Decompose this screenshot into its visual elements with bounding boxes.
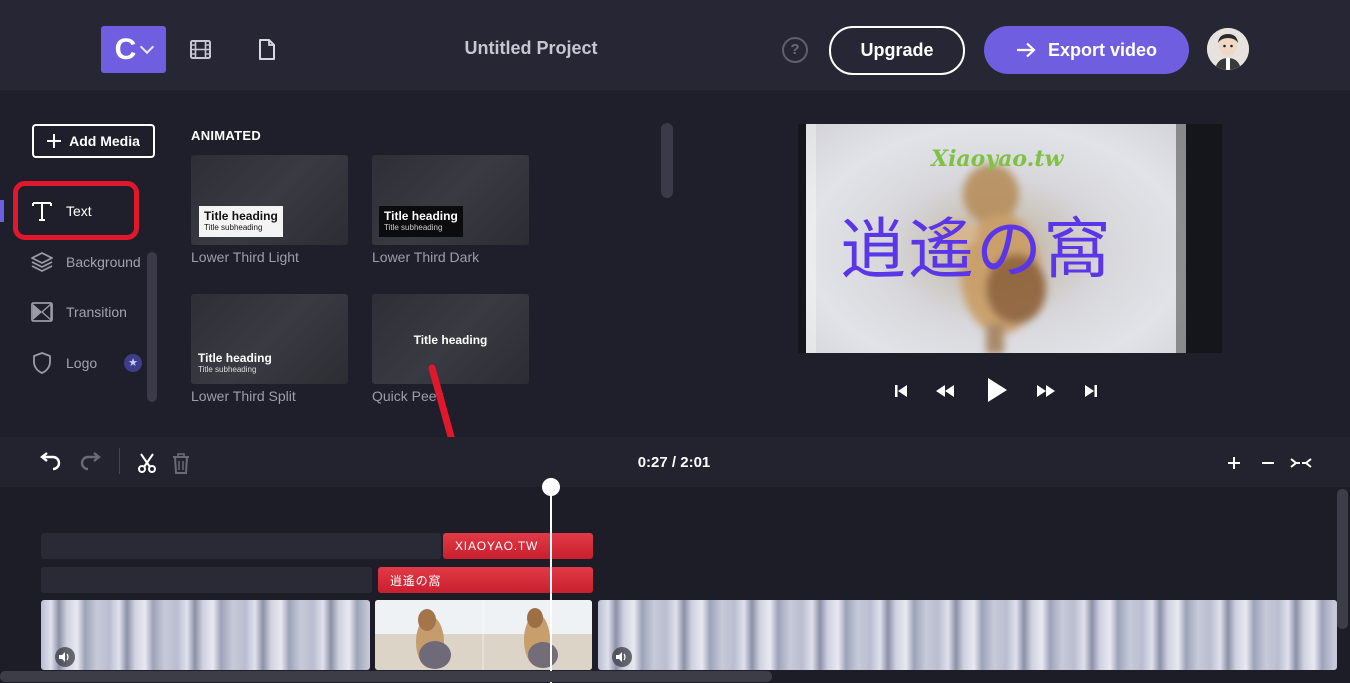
- undo-icon[interactable]: [38, 452, 62, 474]
- zoom-in-icon[interactable]: [1222, 452, 1246, 474]
- video-clip-2[interactable]: [598, 600, 1337, 670]
- template-card-lower-third-dark[interactable]: Title heading Title subheading: [372, 155, 529, 245]
- lower-third-dark-preview: Title heading Title subheading: [379, 206, 463, 237]
- add-media-label: Add Media: [69, 133, 140, 149]
- app-menu-button[interactable]: C: [101, 26, 166, 73]
- section-title: ANIMATED: [191, 128, 262, 143]
- volume-icon[interactable]: [612, 647, 632, 667]
- timeline-horizontal-scrollbar[interactable]: [0, 671, 772, 682]
- sidebar-item-label: Transition: [66, 304, 127, 320]
- premium-star-badge: ★: [124, 354, 142, 372]
- avatar[interactable]: [1207, 28, 1249, 70]
- card-heading: Title heading: [413, 333, 488, 347]
- sidebar-item-label: Logo: [66, 355, 98, 371]
- trash-icon[interactable]: [169, 452, 193, 474]
- playhead-handle[interactable]: [542, 478, 560, 496]
- card-heading: Title heading: [204, 209, 278, 223]
- preview-frame-image: Xiaoyao.tw 逍遙の窩: [806, 124, 1186, 353]
- panel-scrollbar[interactable]: [661, 123, 673, 198]
- card-subheading: Title subheading: [198, 365, 257, 374]
- nav-active-indicator: [0, 200, 4, 222]
- card-heading: Title heading: [384, 209, 458, 223]
- toolbar-divider: [119, 448, 120, 474]
- lower-third-split-preview: Title heading Title subheading: [193, 348, 277, 379]
- card-label: Lower Third Split: [191, 388, 296, 404]
- sidebar-item-background[interactable]: Background: [30, 244, 150, 280]
- video-clip-1[interactable]: [41, 600, 370, 670]
- export-video-button[interactable]: Export video: [984, 26, 1189, 74]
- redo-icon[interactable]: [79, 452, 103, 474]
- film-icon[interactable]: [187, 36, 215, 64]
- sidebar-scrollbar[interactable]: [147, 252, 157, 402]
- title-track-empty[interactable]: [41, 533, 441, 559]
- playhead-line: [550, 490, 552, 683]
- scissors-icon[interactable]: [135, 452, 159, 474]
- layers-icon: [31, 252, 53, 272]
- upgrade-button[interactable]: Upgrade: [829, 26, 965, 75]
- skip-end-icon[interactable]: [1078, 378, 1104, 404]
- video-preview[interactable]: Xiaoyao.tw 逍遙の窩: [798, 124, 1222, 353]
- fast-forward-icon[interactable]: [1033, 378, 1059, 404]
- chevron-down-icon: [140, 39, 155, 54]
- card-subheading: Title subheading: [204, 223, 263, 232]
- subtitle-track-empty[interactable]: [41, 567, 372, 593]
- zoom-out-icon[interactable]: [1256, 452, 1280, 474]
- skip-start-icon[interactable]: [888, 378, 914, 404]
- card-label: Lower Third Light: [191, 249, 299, 265]
- beach-thumbnail-icon: [375, 600, 592, 670]
- card-subheading: Title subheading: [384, 223, 443, 232]
- fit-timeline-icon[interactable]: [1289, 452, 1313, 474]
- volume-icon[interactable]: [55, 647, 75, 667]
- template-card-lower-third-light[interactable]: Title heading Title subheading: [191, 155, 348, 245]
- annotation-highlight-box: [13, 181, 139, 240]
- preview-watermark-text: Xiaoyao.tw: [931, 146, 1064, 172]
- card-heading: Title heading: [198, 351, 272, 365]
- project-title[interactable]: Untitled Project: [431, 38, 631, 59]
- preview-title-text: 逍遙の窩: [840, 211, 1112, 288]
- rewind-icon[interactable]: [932, 378, 958, 404]
- play-icon[interactable]: [980, 374, 1012, 406]
- template-card-lower-third-split[interactable]: Title heading Title subheading: [191, 294, 348, 384]
- timeline-vertical-scrollbar[interactable]: [1337, 489, 1348, 629]
- user-avatar-icon: [1207, 28, 1249, 70]
- add-media-button[interactable]: Add Media: [32, 124, 155, 158]
- arrow-right-icon: [1016, 42, 1036, 58]
- video-clip-beach[interactable]: [375, 600, 592, 670]
- export-video-label: Export video: [1047, 39, 1158, 60]
- card-label: Lower Third Dark: [372, 249, 480, 265]
- timeline-time-readout: 0:27 / 2:01: [637, 454, 711, 471]
- plus-icon: [47, 134, 62, 148]
- sidebar-item-label: Background: [66, 254, 141, 270]
- document-icon[interactable]: [253, 36, 281, 64]
- help-icon[interactable]: ?: [782, 37, 808, 63]
- shield-icon: [33, 352, 51, 374]
- lower-third-light-preview: Title heading Title subheading: [199, 206, 283, 237]
- transition-icon: [31, 302, 53, 322]
- sidebar-item-transition[interactable]: Transition: [30, 294, 150, 330]
- text-clip-chinese-title[interactable]: 逍遙の窩: [378, 567, 593, 593]
- quick-peek-preview: Title heading: [372, 330, 529, 351]
- text-clip-xiaoyao[interactable]: XIAOYAO.TW: [443, 533, 593, 559]
- clipchamp-logo: C: [114, 32, 137, 66]
